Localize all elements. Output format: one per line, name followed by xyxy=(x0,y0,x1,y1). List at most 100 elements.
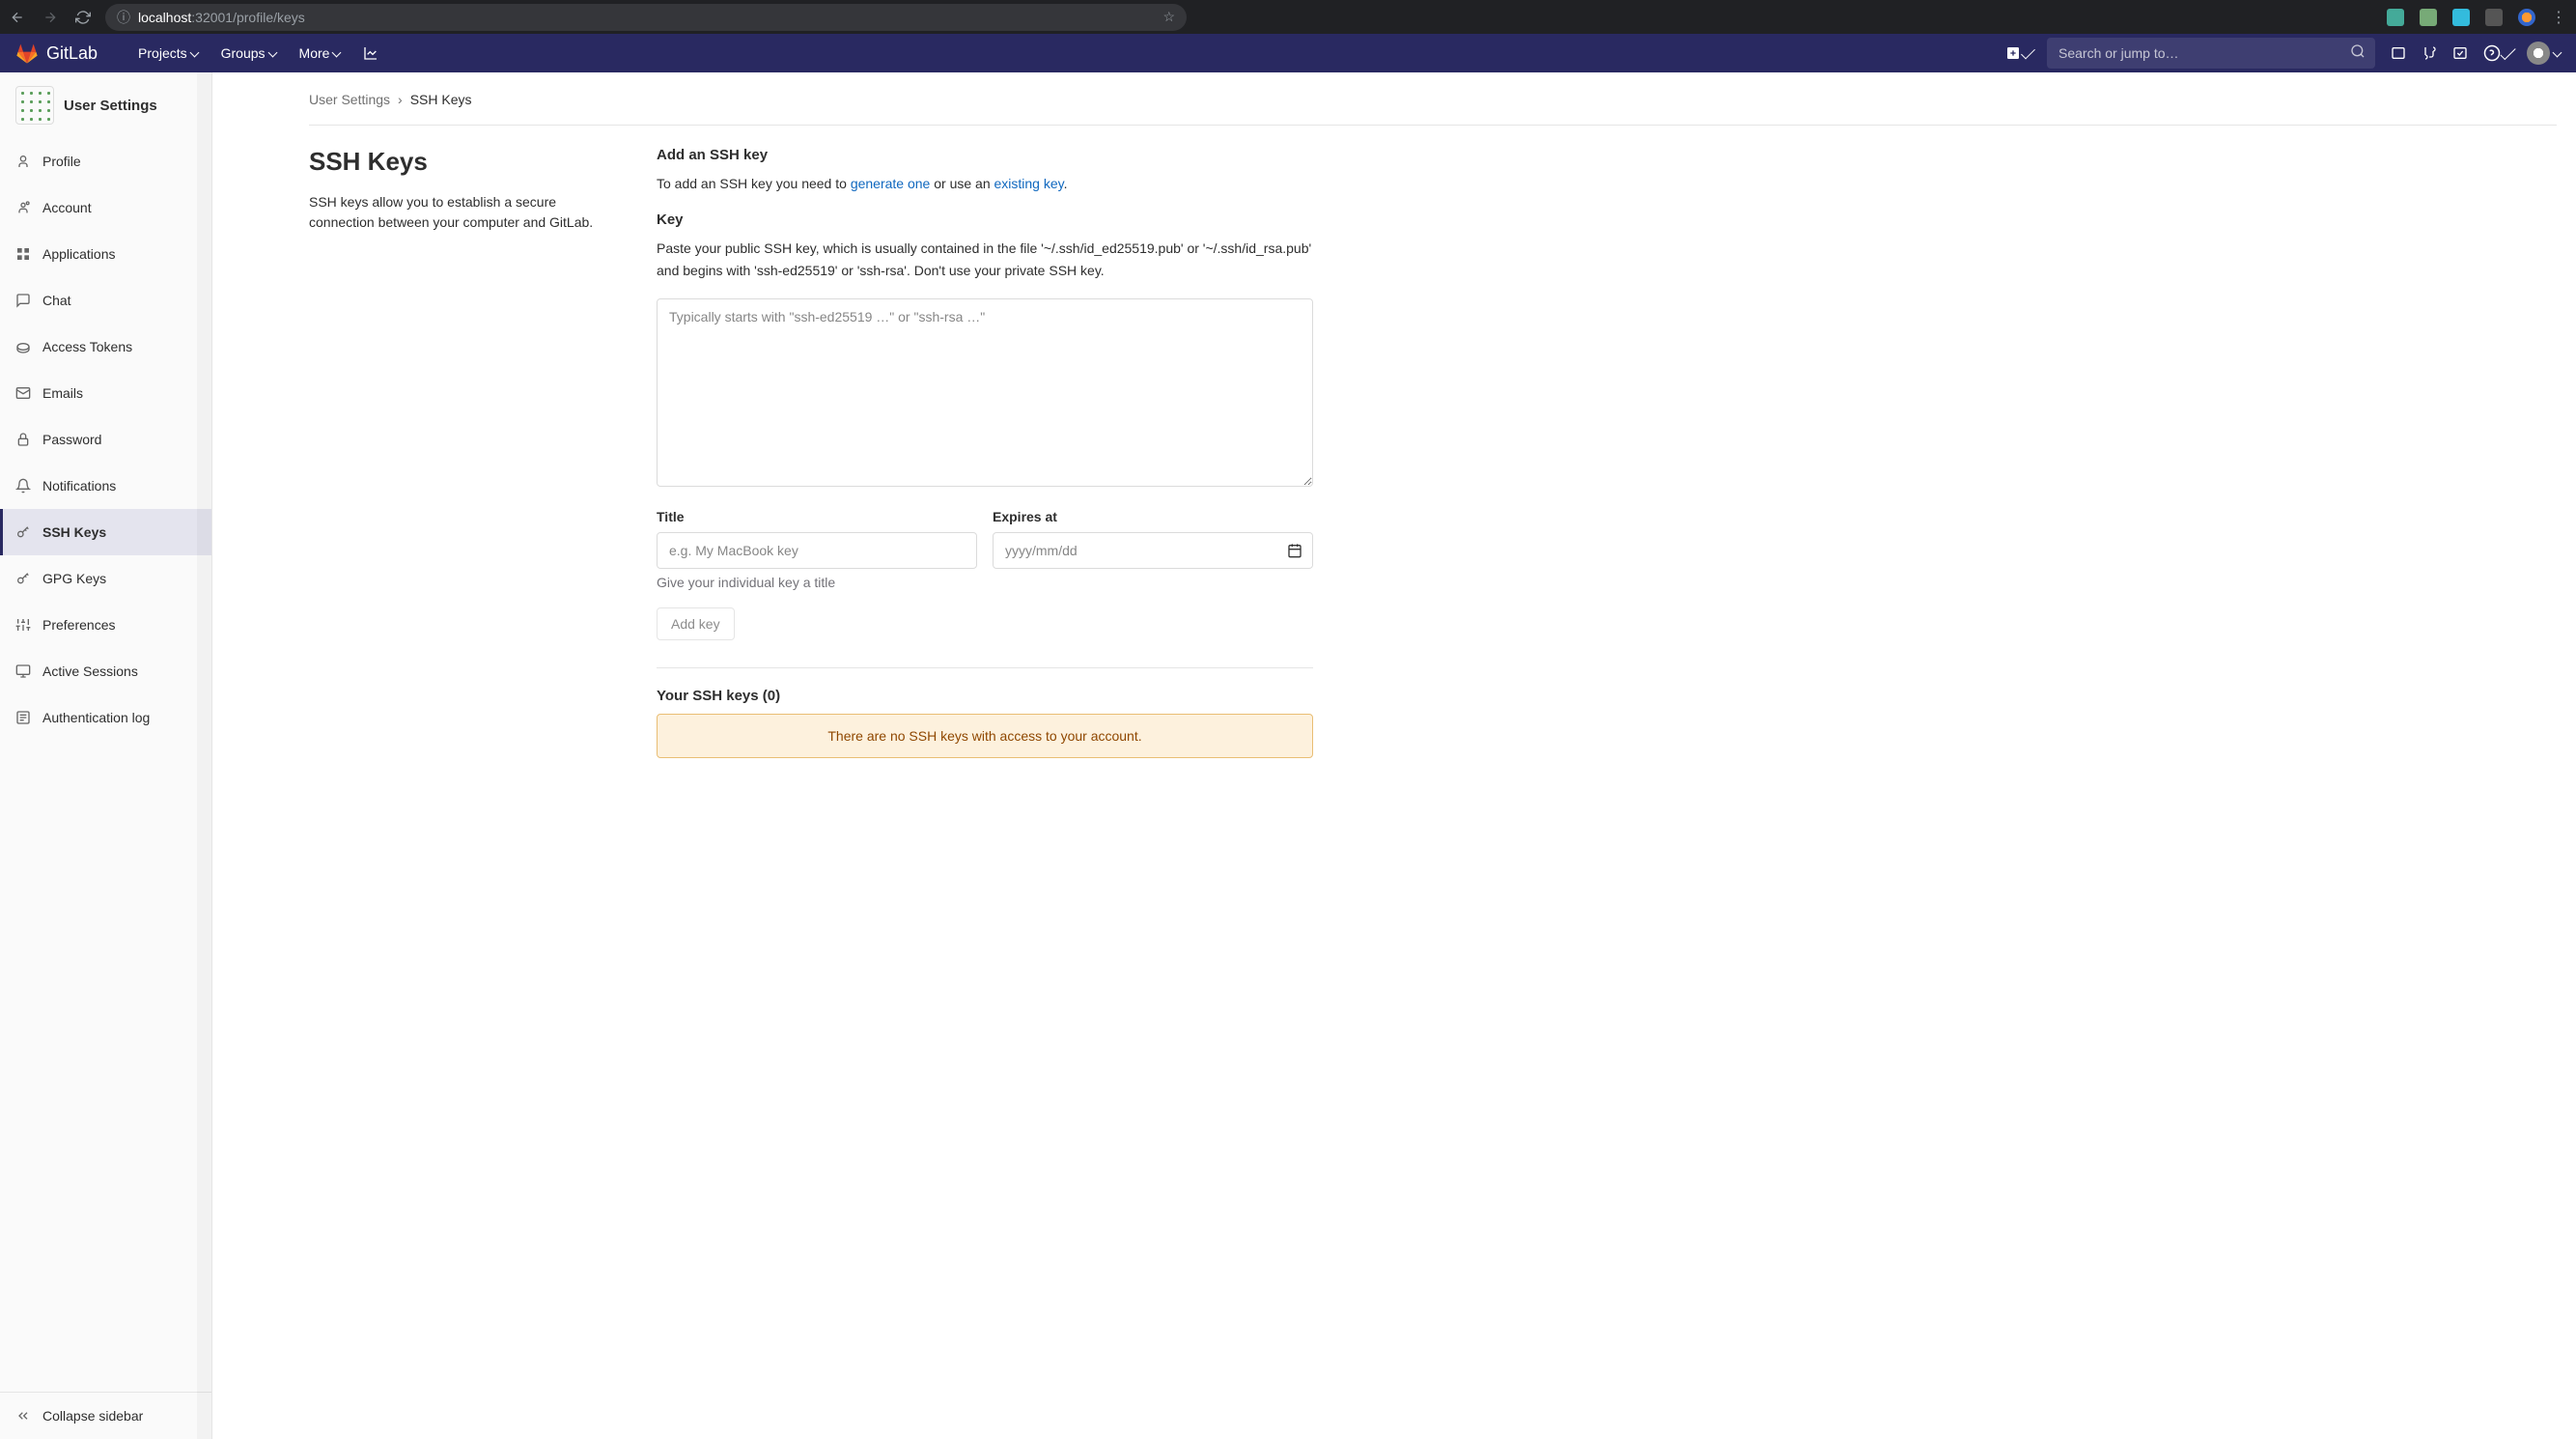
site-info-icon[interactable]: ⓘ xyxy=(117,8,130,27)
divider xyxy=(657,667,1313,668)
generate-one-link[interactable]: generate one xyxy=(851,176,931,191)
sidebar-item-preferences[interactable]: Preferences xyxy=(0,602,211,648)
existing-key-link[interactable]: existing key xyxy=(994,176,1064,191)
monitor-icon xyxy=(15,663,31,679)
url-text: localhost:32001/profile/keys xyxy=(138,10,305,25)
key-label: Key xyxy=(657,212,1313,228)
title-input[interactable] xyxy=(657,532,977,569)
nav-projects[interactable]: Projects xyxy=(126,34,210,72)
sidebar: User Settings Profile Account Applicatio… xyxy=(0,72,212,1439)
bell-icon xyxy=(15,478,31,494)
sidebar-item-label: Account xyxy=(42,200,92,215)
apps-icon xyxy=(15,246,31,262)
sidebar-title: User Settings xyxy=(64,98,157,114)
key-help-text: Paste your public SSH key, which is usua… xyxy=(657,238,1313,281)
page-description: SSH keys allow you to establish a secure… xyxy=(309,192,618,233)
sidebar-item-active-sessions[interactable]: Active Sessions xyxy=(0,648,211,694)
nav-activity-icon[interactable] xyxy=(351,34,390,72)
sidebar-item-label: Authentication log xyxy=(42,710,150,725)
back-button[interactable] xyxy=(10,10,25,25)
browser-profile-icon[interactable] xyxy=(2518,9,2535,26)
sidebar-item-applications[interactable]: Applications xyxy=(0,231,211,277)
sidebar-item-label: Access Tokens xyxy=(42,339,132,354)
reload-button[interactable] xyxy=(75,10,91,25)
chevron-down-icon xyxy=(332,47,342,57)
extension-icon[interactable] xyxy=(2387,9,2404,26)
gitlab-logo[interactable]: GitLab xyxy=(15,42,98,65)
sidebar-item-profile[interactable]: Profile xyxy=(0,138,211,184)
sidebar-item-label: SSH Keys xyxy=(42,524,106,540)
key-icon xyxy=(15,571,31,586)
email-icon xyxy=(15,385,31,401)
merge-requests-icon[interactable] xyxy=(2422,45,2437,61)
ssh-key-textarea[interactable] xyxy=(657,298,1313,487)
extension-icon[interactable] xyxy=(2452,9,2470,26)
page-title: SSH Keys xyxy=(309,147,618,177)
sidebar-item-label: GPG Keys xyxy=(42,571,106,586)
forward-button[interactable] xyxy=(42,10,58,25)
chevron-down-icon xyxy=(2500,44,2515,60)
avatar xyxy=(2527,42,2550,65)
chevron-down-icon xyxy=(2553,47,2562,57)
key-icon xyxy=(15,524,31,540)
sidebar-item-gpg-keys[interactable]: GPG Keys xyxy=(0,555,211,602)
search-input[interactable] xyxy=(2047,38,2375,69)
sidebar-header[interactable]: User Settings xyxy=(0,72,211,138)
your-keys-heading: Your SSH keys (0) xyxy=(657,688,1313,704)
help-icon[interactable] xyxy=(2483,44,2511,62)
breadcrumb-current: SSH Keys xyxy=(410,92,472,107)
sidebar-item-label: Collapse sidebar xyxy=(42,1408,143,1424)
address-bar[interactable]: ⓘ localhost:32001/profile/keys ☆ xyxy=(105,4,1187,31)
sidebar-item-account[interactable]: Account xyxy=(0,184,211,231)
puzzle-icon[interactable] xyxy=(2485,9,2503,26)
chevron-down-icon xyxy=(2021,45,2035,60)
chevron-left-icon xyxy=(15,1408,31,1424)
identicon xyxy=(15,86,54,125)
plus-icon[interactable] xyxy=(2005,45,2031,61)
issues-icon[interactable] xyxy=(2391,45,2406,61)
sliders-icon xyxy=(15,617,31,633)
sidebar-item-ssh-keys[interactable]: SSH Keys xyxy=(0,509,211,555)
browser-chrome: ⓘ localhost:32001/profile/keys ☆ ⋮ xyxy=(0,0,2576,34)
chevron-down-icon xyxy=(189,47,199,57)
expires-input[interactable] xyxy=(993,532,1313,569)
top-nav: GitLab Projects Groups More xyxy=(0,34,2576,72)
user-menu[interactable] xyxy=(2527,42,2561,65)
list-icon xyxy=(15,710,31,725)
main-content: User Settings › SSH Keys SSH Keys SSH ke… xyxy=(212,72,2576,1439)
sidebar-item-emails[interactable]: Emails xyxy=(0,370,211,416)
empty-keys-warning: There are no SSH keys with access to you… xyxy=(657,714,1313,758)
sidebar-item-label: Password xyxy=(42,432,101,447)
sidebar-item-password[interactable]: Password xyxy=(0,416,211,463)
sidebar-item-label: Chat xyxy=(42,293,71,308)
sidebar-item-access-tokens[interactable]: Access Tokens xyxy=(0,324,211,370)
nav-more[interactable]: More xyxy=(288,34,352,72)
sidebar-item-authentication-log[interactable]: Authentication log xyxy=(0,694,211,741)
profile-icon xyxy=(15,154,31,169)
sidebar-item-notifications[interactable]: Notifications xyxy=(0,463,211,509)
search-icon xyxy=(2350,43,2366,64)
nav-groups[interactable]: Groups xyxy=(210,34,288,72)
add-ssh-heading: Add an SSH key xyxy=(657,147,1313,163)
sidebar-item-label: Active Sessions xyxy=(42,663,138,679)
title-help: Give your individual key a title xyxy=(657,575,977,590)
collapse-sidebar[interactable]: Collapse sidebar xyxy=(0,1393,211,1439)
expires-label: Expires at xyxy=(993,509,1313,524)
sidebar-item-chat[interactable]: Chat xyxy=(0,277,211,324)
gitlab-icon xyxy=(15,42,39,65)
chevron-right-icon: › xyxy=(398,92,403,107)
sidebar-item-label: Emails xyxy=(42,385,83,401)
sidebar-scrollbar[interactable] xyxy=(197,72,211,1439)
chat-icon xyxy=(15,293,31,308)
todos-icon[interactable] xyxy=(2452,45,2468,61)
extension-icon[interactable] xyxy=(2420,9,2437,26)
star-icon[interactable]: ☆ xyxy=(1162,9,1175,25)
breadcrumb: User Settings › SSH Keys xyxy=(309,92,2557,126)
add-key-button[interactable]: Add key xyxy=(657,607,735,640)
breadcrumb-root[interactable]: User Settings xyxy=(309,92,390,107)
lock-icon xyxy=(15,432,31,447)
extension-icons: ⋮ xyxy=(2387,8,2566,27)
browser-menu-icon[interactable]: ⋮ xyxy=(2551,8,2566,27)
token-icon xyxy=(15,339,31,354)
brand-text: GitLab xyxy=(46,43,98,64)
